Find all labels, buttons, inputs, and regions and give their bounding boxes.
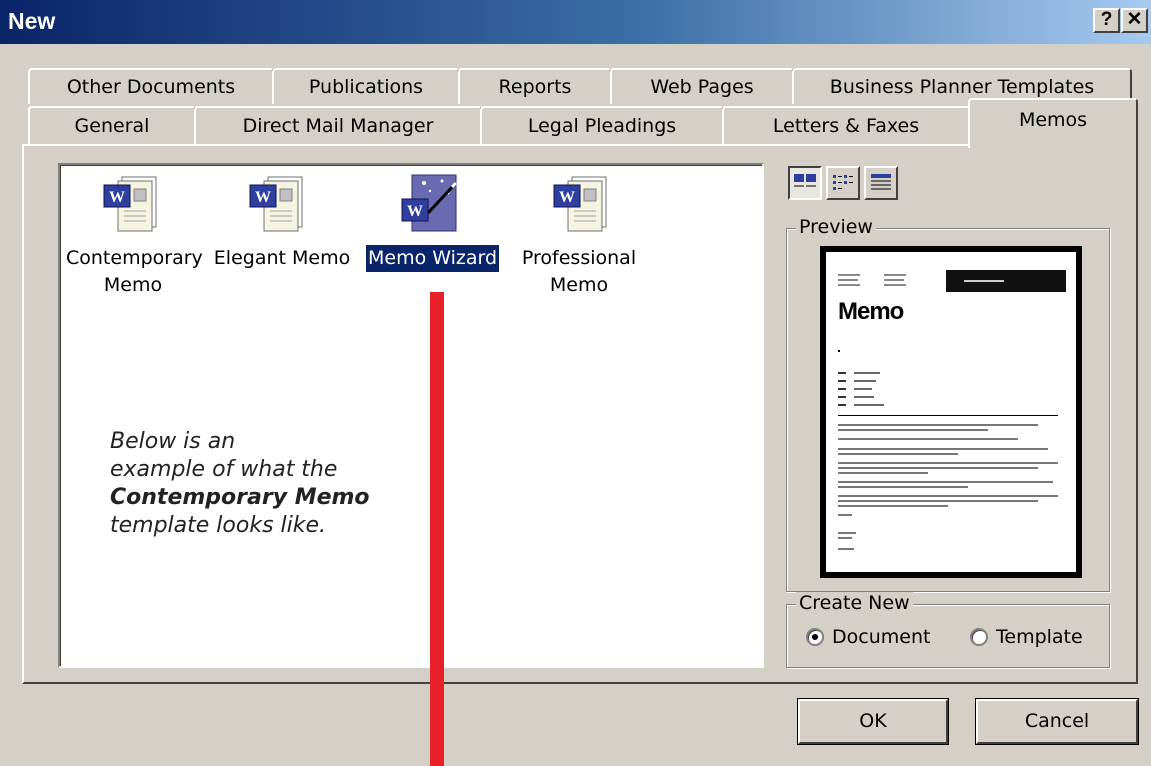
- svg-text:W: W: [255, 189, 271, 206]
- template-radio[interactable]: [970, 628, 988, 646]
- tab-general[interactable]: General: [28, 106, 196, 144]
- word-document-icon: W: [249, 176, 303, 232]
- template-list[interactable]: W Contemporary Memo W Elegant Memo W Mem…: [58, 163, 764, 668]
- annotation-note: Below is an example of what the Contempo…: [110, 429, 370, 538]
- document-radio[interactable]: [806, 628, 824, 646]
- template-label: Memo Wizard: [364, 244, 501, 273]
- tab-legal-pleadings[interactable]: Legal Pleadings: [480, 106, 724, 144]
- preview-label: Preview: [796, 216, 876, 238]
- help-button[interactable]: ?: [1093, 8, 1120, 33]
- template-label: Contemporary Memo: [66, 247, 203, 296]
- svg-text:W: W: [407, 203, 423, 220]
- ok-button[interactable]: OK: [797, 698, 949, 745]
- tab-publications[interactable]: Publications: [272, 68, 460, 104]
- svg-text:W: W: [109, 189, 125, 206]
- radio-dot: [812, 634, 818, 640]
- details-view-button[interactable]: [864, 166, 898, 200]
- preview-page-heading: Memo: [838, 298, 904, 325]
- word-wizard-icon: W: [401, 174, 458, 232]
- list-view-button[interactable]: [826, 166, 860, 200]
- document-radio-label[interactable]: Document: [832, 626, 930, 648]
- tab-memos[interactable]: Memos: [968, 98, 1138, 148]
- word-document-icon: W: [103, 176, 157, 232]
- preview-page: Memo: [826, 252, 1076, 572]
- tab-direct-mail-manager[interactable]: Direct Mail Manager: [194, 106, 482, 144]
- window-title: New: [8, 8, 56, 34]
- template-radio-label[interactable]: Template: [996, 626, 1083, 648]
- annotation-bar: [430, 292, 444, 766]
- template-label: Elegant Memo: [213, 247, 351, 269]
- cancel-button[interactable]: Cancel: [975, 698, 1139, 745]
- svg-text:W: W: [559, 189, 575, 206]
- list-view-icon: [833, 175, 853, 190]
- word-document-icon: W: [553, 176, 607, 232]
- large-icons-view-icon: [794, 174, 816, 187]
- tab-reports[interactable]: Reports: [458, 68, 612, 104]
- tab-other-documents[interactable]: Other Documents: [28, 68, 274, 104]
- template-label: Professional Memo: [521, 247, 637, 296]
- large-icons-view-button[interactable]: [788, 166, 822, 200]
- title-bar: New ? ✕: [0, 0, 1151, 44]
- close-button[interactable]: ✕: [1121, 8, 1148, 33]
- tab-letters-faxes[interactable]: Letters & Faxes: [722, 106, 970, 144]
- details-view-icon: [871, 174, 891, 190]
- create-new-label: Create New: [796, 592, 913, 614]
- tab-web-pages[interactable]: Web Pages: [610, 68, 794, 104]
